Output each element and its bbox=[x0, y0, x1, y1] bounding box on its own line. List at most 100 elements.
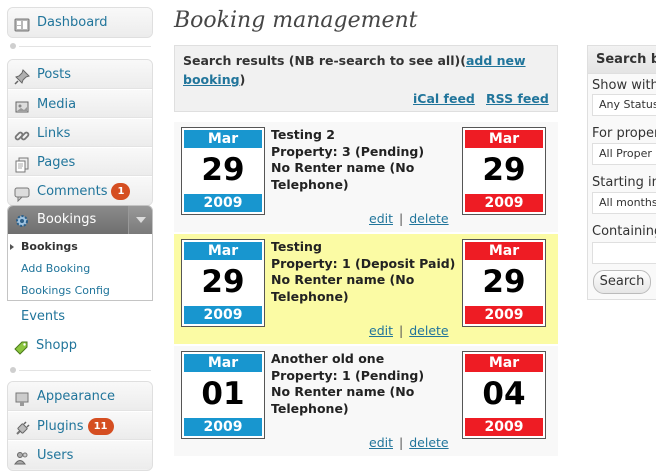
end-date-calendar: Mar 29 2009 bbox=[462, 239, 546, 327]
booking-title: Testing 2 bbox=[271, 127, 335, 142]
start-day: 01 bbox=[201, 376, 245, 412]
appearance-brush-icon bbox=[14, 389, 30, 406]
end-date-calendar: Mar 04 2009 bbox=[462, 351, 546, 439]
menu-label-plugins: Plugins bbox=[37, 419, 84, 434]
search-results-close: ) bbox=[239, 72, 246, 87]
action-divider: | bbox=[399, 435, 404, 450]
menu-label-pages: Pages bbox=[37, 155, 76, 170]
booking-actions: edit | delete bbox=[369, 435, 449, 450]
ical-feed-link[interactable]: iCal feed bbox=[413, 91, 475, 106]
delete-booking-link[interactable]: delete bbox=[409, 211, 448, 226]
property-filter-label: For proper bbox=[592, 126, 656, 141]
menu-group-dashboard: Dashboard bbox=[7, 7, 153, 38]
menu-group-bookings: Bookings Bookings Add Booking Bookings C… bbox=[7, 205, 153, 301]
submenu-item-bookings[interactable]: Bookings bbox=[8, 236, 152, 258]
menu-item-shopp[interactable]: Shopp bbox=[7, 331, 153, 360]
submenu-item-add-booking[interactable]: Add Booking bbox=[8, 258, 152, 280]
menu-label-links: Links bbox=[37, 126, 71, 141]
end-year: 2009 bbox=[465, 306, 543, 324]
containing-filter-label: Containing bbox=[592, 224, 656, 239]
search-button[interactable]: Search bbox=[593, 270, 651, 294]
booking-row: Mar 29 2009 Testing Property: 1 (Deposit… bbox=[174, 234, 558, 344]
edit-booking-link[interactable]: edit bbox=[369, 323, 393, 338]
menu-separator bbox=[7, 42, 153, 50]
shopp-tag-icon bbox=[13, 338, 29, 355]
start-date-calendar: Mar 29 2009 bbox=[181, 239, 265, 327]
plug-icon bbox=[14, 419, 30, 435]
end-day: 29 bbox=[482, 152, 526, 188]
comments-count-badge: 1 bbox=[111, 183, 131, 200]
property-select[interactable]: All Proper bbox=[592, 143, 656, 165]
booking-property: Property: 1 (Pending) bbox=[271, 367, 425, 383]
menu-item-pages[interactable]: Pages bbox=[8, 147, 152, 176]
month-filter-label: Starting in bbox=[592, 175, 656, 190]
menu-label-media: Media bbox=[37, 97, 77, 112]
pushpin-icon bbox=[14, 67, 30, 85]
start-day: 29 bbox=[201, 264, 245, 300]
users-icon bbox=[14, 448, 30, 465]
menu-separator bbox=[7, 366, 153, 374]
search-results-note: Search results (NB re-search to see all)… bbox=[183, 53, 466, 68]
booking-details: Testing Property: 1 (Deposit Paid) No Re… bbox=[271, 239, 461, 305]
end-year: 2009 bbox=[465, 194, 543, 212]
status-filter-label: Show with bbox=[592, 78, 656, 93]
menu-item-plugins[interactable]: Plugins 11 bbox=[8, 411, 152, 440]
media-icon bbox=[14, 97, 30, 113]
booking-renter: No Renter name (No Telephone) bbox=[271, 272, 415, 304]
page-title: Booking management bbox=[174, 8, 418, 33]
menu-label-posts: Posts bbox=[37, 67, 71, 82]
menu-label-events: Events bbox=[21, 309, 66, 324]
link-icon bbox=[14, 126, 30, 142]
edit-booking-link[interactable]: edit bbox=[369, 211, 393, 226]
booking-property: Property: 3 (Pending) bbox=[271, 143, 425, 159]
booking-details: Another old one Property: 1 (Pending) No… bbox=[271, 351, 461, 417]
menu-label-appearance: Appearance bbox=[37, 389, 116, 404]
bookings-submenu: Bookings Add Booking Bookings Config bbox=[8, 234, 152, 300]
end-year: 2009 bbox=[465, 418, 543, 436]
booking-title: Testing bbox=[271, 239, 322, 254]
menu-item-bookings[interactable]: Bookings bbox=[8, 206, 152, 234]
edit-booking-link[interactable]: edit bbox=[369, 435, 393, 450]
booking-details: Testing 2 Property: 3 (Pending) No Rente… bbox=[271, 127, 461, 193]
submenu-toggle-arrow-icon[interactable] bbox=[128, 206, 152, 234]
booking-renter: No Renter name (No Telephone) bbox=[271, 384, 415, 416]
menu-label-users: Users bbox=[37, 448, 74, 463]
menu-item-media[interactable]: Media bbox=[8, 89, 152, 118]
booking-property: Property: 1 (Deposit Paid) bbox=[271, 255, 456, 271]
containing-search-input[interactable] bbox=[592, 242, 656, 264]
booking-title: Another old one bbox=[271, 351, 385, 366]
end-day: 04 bbox=[482, 376, 526, 412]
start-date-calendar: Mar 29 2009 bbox=[181, 127, 265, 215]
delete-booking-link[interactable]: delete bbox=[409, 435, 448, 450]
menu-item-events[interactable]: Events bbox=[7, 302, 153, 331]
status-select[interactable]: Any Status bbox=[592, 94, 656, 116]
search-bookings-box: Search b Show with Any Status For proper… bbox=[587, 45, 656, 300]
month-select[interactable]: All months bbox=[592, 192, 656, 214]
search-results-text: Search results (NB re-search to see all)… bbox=[183, 51, 553, 89]
menu-item-dashboard[interactable]: Dashboard bbox=[8, 8, 152, 37]
search-results-panel: Search results (NB re-search to see all)… bbox=[174, 45, 558, 112]
booking-actions: edit | delete bbox=[369, 211, 449, 226]
pages-icon bbox=[14, 155, 30, 173]
menu-group-admin: Appearance Plugins 11 Users bbox=[7, 381, 153, 471]
rss-feed-link[interactable]: RSS feed bbox=[486, 91, 549, 106]
delete-booking-link[interactable]: delete bbox=[409, 323, 448, 338]
start-year: 2009 bbox=[184, 194, 262, 212]
submenu-item-bookings-config[interactable]: Bookings Config bbox=[8, 280, 152, 300]
menu-item-comments[interactable]: Comments 1 bbox=[8, 176, 152, 205]
menu-item-appearance[interactable]: Appearance bbox=[8, 382, 152, 411]
menu-label-comments: Comments bbox=[37, 184, 108, 199]
menu-group-content: Posts Media Links Pages Comments 1 bbox=[7, 59, 153, 206]
end-date-calendar: Mar 29 2009 bbox=[462, 127, 546, 215]
plugins-update-badge: 11 bbox=[87, 418, 114, 435]
menu-label-shopp: Shopp bbox=[36, 338, 77, 353]
menu-item-links[interactable]: Links bbox=[8, 118, 152, 147]
start-year: 2009 bbox=[184, 418, 262, 436]
start-date-calendar: Mar 01 2009 bbox=[181, 351, 265, 439]
menu-item-users[interactable]: Users bbox=[8, 440, 152, 469]
end-day: 29 bbox=[482, 264, 526, 300]
search-box-title: Search b bbox=[588, 46, 656, 74]
comment-bubble-icon bbox=[14, 184, 30, 203]
booking-row: Mar 29 2009 Testing 2 Property: 3 (Pendi… bbox=[174, 122, 558, 232]
menu-item-posts[interactable]: Posts bbox=[8, 60, 152, 89]
